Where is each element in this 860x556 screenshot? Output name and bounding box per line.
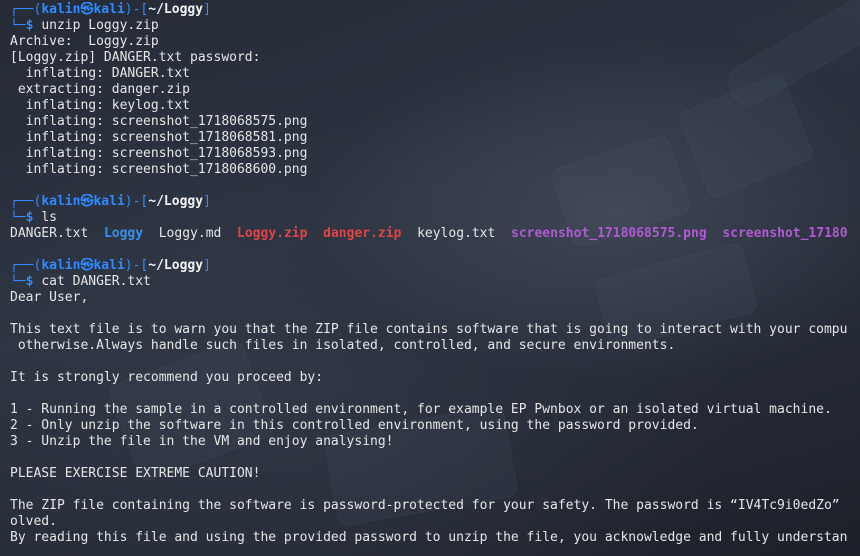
prompt-at-icon: ㉿ (80, 2, 94, 17)
output-line: extracting: danger.zip (10, 82, 191, 97)
prompt-dir: ~/Loggy (148, 194, 204, 209)
command-cat: cat DANGER.txt (41, 274, 151, 289)
text-line: The ZIP file containing the software is … (10, 498, 840, 513)
terminal-output: ┌──(kalin㉿kali)-[~/Loggy] └─$ unzip Logg… (10, 2, 860, 546)
prompt-dir: ~/Loggy (148, 2, 204, 17)
prompt-dollar: $ (25, 210, 34, 225)
output-line: Archive: Loggy.zip (10, 34, 159, 49)
text-line: 3 - Unzip the file in the VM and enjoy a… (10, 434, 394, 449)
command-line: └─$ ls (10, 210, 57, 225)
output-line: inflating: keylog.txt (10, 98, 191, 113)
ls-entry-png: screenshot_1718068575.png (511, 226, 707, 241)
text-line: It is strongly recommend you proceed by: (10, 370, 324, 385)
output-line: inflating: screenshot_1718068593.png (10, 146, 308, 161)
text-line: By reading this file and using the provi… (10, 530, 848, 545)
prompt-user: kalin (41, 194, 81, 209)
ls-entry-zip: Loggy.zip (237, 226, 308, 241)
command-line: └─$ cat DANGER.txt (10, 274, 151, 289)
prompt-user: kalin (41, 2, 81, 17)
command-unzip: unzip Loggy.zip (41, 18, 159, 33)
text-line (10, 482, 860, 498)
prompt-user: kalin (41, 258, 81, 273)
text-line: otherwise.Always handle such files in is… (10, 338, 676, 353)
ls-output: DANGER.txt Loggy Loggy.md Loggy.zip dang… (10, 226, 860, 242)
text-line (10, 354, 860, 370)
cat-output: Dear User, This text file is to warn you … (10, 290, 860, 546)
prompt-host: kali (93, 2, 125, 17)
output-line: inflating: DANGER.txt (10, 66, 191, 81)
prompt-dollar: $ (25, 18, 34, 33)
command-line: └─$ unzip Loggy.zip (10, 18, 159, 33)
output-line: [Loggy.zip] DANGER.txt password: (10, 50, 261, 65)
ls-entry-dir: Loggy (103, 226, 144, 241)
ls-entry-file: keylog.txt (417, 226, 496, 241)
output-line: inflating: screenshot_1718068575.png (10, 114, 308, 129)
ls-entry-zip: danger.zip (323, 226, 402, 241)
unzip-output: Archive: Loggy.zip [Loggy.zip] DANGER.txt… (10, 34, 860, 178)
command-ls: ls (41, 210, 57, 225)
terminal-window[interactable]: ┌──(kalin㉿kali)-[~/Loggy] └─$ unzip Logg… (0, 0, 860, 556)
text-line (10, 450, 860, 466)
output-line: inflating: screenshot_1718068581.png (10, 130, 308, 145)
prompt-dollar: $ (25, 274, 34, 289)
prompt-line: ┌──(kalin㉿kali)-[~/Loggy] (10, 2, 211, 17)
prompt-line: ┌──(kalin㉿kali)-[~/Loggy] (10, 194, 211, 209)
output-line: inflating: screenshot_1718068600.png (10, 162, 308, 177)
text-line: Dear User, (10, 290, 89, 305)
prompt-dir: ~/Loggy (148, 258, 204, 273)
text-line: olved. (10, 514, 57, 529)
ls-entry-file: DANGER.txt (10, 226, 89, 241)
text-line (10, 306, 860, 322)
text-line (10, 386, 860, 402)
prompt-host: kali (93, 194, 125, 209)
ls-entry-png: screenshot_17180 (722, 226, 848, 241)
text-line: This text file is to warn you that the Z… (10, 322, 848, 337)
ls-entry-file: Loggy.md (158, 226, 222, 241)
text-line: 1 - Running the sample in a controlled e… (10, 402, 832, 417)
prompt-at-icon: ㉿ (80, 194, 94, 209)
text-line: PLEASE EXERCISE EXTREME CAUTION! (10, 466, 261, 481)
prompt-line: ┌──(kalin㉿kali)-[~/Loggy] (10, 258, 211, 273)
text-line: 2 - Only unzip the software in this cont… (10, 418, 699, 433)
prompt-host: kali (93, 258, 125, 273)
prompt-at-icon: ㉿ (80, 258, 94, 273)
